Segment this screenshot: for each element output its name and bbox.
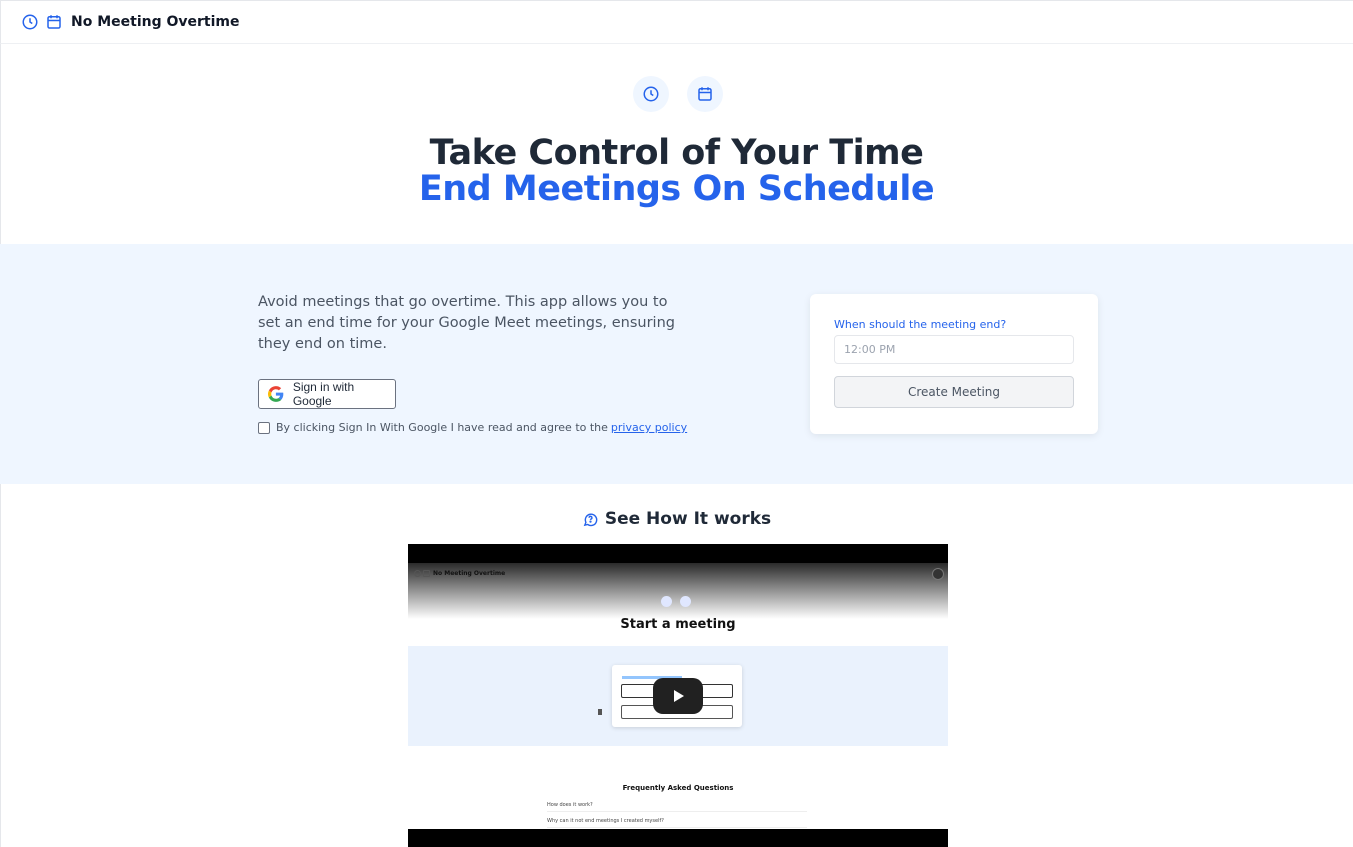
video-player[interactable]: No Meeting Overtime Start a meeting Freq… (408, 544, 948, 847)
calendar-icon (423, 570, 430, 577)
cursor-icon (598, 709, 602, 715)
how-it-works-heading: See How It works (0, 509, 1353, 529)
create-meeting-button[interactable]: Create Meeting (834, 376, 1074, 408)
intro-text: Avoid meetings that go overtime. This ap… (258, 294, 675, 352)
meeting-form-card: When should the meeting end? 12:00 PM Cr… (810, 294, 1098, 434)
signin-section (0, 244, 1353, 484)
google-signin-button[interactable]: Sign in with Google (258, 379, 396, 409)
clock-icon (661, 596, 672, 607)
top-bar: No Meeting Overtime (0, 0, 1353, 44)
end-time-input[interactable]: 12:00 PM (834, 335, 1074, 364)
consent-checkbox[interactable] (258, 421, 270, 434)
google-icon (268, 386, 284, 402)
how-it-works-title: See How It works (604, 509, 772, 529)
play-button[interactable] (653, 678, 703, 714)
app-brand[interactable]: No Meeting Overtime (71, 14, 240, 30)
play-icon (674, 690, 684, 702)
clock-icon (21, 13, 39, 31)
video-hero-icons (661, 596, 691, 607)
video-brand: No Meeting Overtime (414, 570, 505, 577)
video-frame: No Meeting Overtime Start a meeting Freq… (408, 563, 948, 829)
calendar-icon (680, 596, 691, 607)
clock-icon (414, 570, 421, 577)
clock-icon (633, 76, 669, 112)
calendar-icon (687, 76, 723, 112)
video-brand-text: No Meeting Overtime (433, 570, 506, 577)
privacy-policy-link[interactable]: privacy policy (611, 421, 687, 434)
hero-icons (633, 76, 723, 112)
calendar-icon (45, 13, 63, 31)
consent-row: By clicking Sign In With Google I have r… (258, 421, 687, 434)
video-faq-title: Frequently Asked Questions (622, 784, 734, 792)
video-faq-item: Why can it not end meetings I created my… (547, 818, 807, 828)
hero-subtitle: End Meetings On Schedule (418, 169, 935, 209)
video-faq-item: How does it work? (547, 802, 807, 812)
video-heading: Start a meeting (620, 617, 736, 632)
channel-avatar[interactable] (932, 568, 944, 580)
consent-text: By clicking Sign In With Google I have r… (276, 421, 608, 434)
google-signin-label: Sign in with Google (292, 380, 355, 408)
chat-help-icon (583, 513, 598, 526)
end-time-label: When should the meeting end? (834, 318, 1007, 331)
hero-title: Take Control of Your Time (429, 133, 924, 173)
